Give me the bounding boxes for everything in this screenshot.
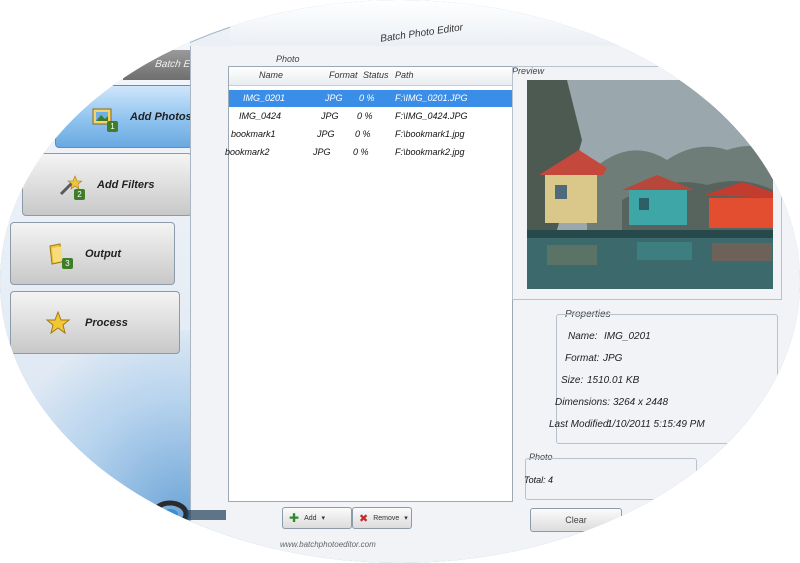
cell-status: 0 % — [355, 129, 371, 139]
add-button[interactable]: ✚ Add ▾ — [282, 507, 352, 529]
star-icon — [45, 310, 71, 336]
col-status[interactable]: Status — [363, 70, 389, 80]
cell-format: JPG — [321, 111, 339, 121]
cell-format: JPG — [313, 147, 331, 157]
cell-format: JPG — [325, 93, 343, 103]
app-window: Batch Photo Editor Batch Editor 1 Add Ph… — [0, 0, 800, 563]
remove-label: Remove — [373, 514, 400, 522]
cell-format: JPG — [317, 129, 335, 139]
preview-image — [527, 80, 773, 289]
nav-label: Add Photos — [130, 110, 192, 123]
cell-status: 0 % — [353, 147, 369, 157]
folder-icon: 3 — [45, 241, 73, 269]
add-icon: ✚ — [289, 511, 300, 525]
total-label: Total: — [524, 475, 546, 485]
cell-path: F:\IMG_0424.JPG — [395, 111, 468, 121]
chevron-down-icon: ▾ — [404, 515, 408, 522]
col-name[interactable]: Name — [259, 70, 283, 80]
nav-label: Output — [85, 247, 122, 260]
format-value: JPG — [603, 353, 623, 364]
format-label: Format: — [565, 353, 600, 364]
photo-group: Total: 4 — [524, 458, 697, 500]
size-value: 1510.01 KB — [587, 375, 640, 386]
title-bar: Batch Photo Editor — [230, 0, 800, 50]
cell-name: bookmark2 — [225, 147, 270, 157]
wand-icon: 2 — [57, 172, 85, 200]
step-badge: 1 — [107, 120, 118, 132]
window-title: Batch Photo Editor — [379, 22, 464, 45]
nav-process[interactable]: Process — [10, 291, 180, 354]
remove-button[interactable]: ✖ Remove ▾ — [352, 507, 412, 529]
cell-name: bookmark1 — [231, 129, 276, 139]
cell-path: F:\bookmark1.jpg — [395, 129, 465, 139]
clear-label: Clear — [565, 515, 587, 525]
table-row[interactable]: IMG_0424 JPG 0 % F:\IMG_0424.JPG — [229, 108, 512, 125]
photos-icon: 1 — [90, 104, 118, 132]
modified-label: Last Modified: — [549, 419, 612, 430]
nav-add-filters[interactable]: 2 Add Filters — [22, 153, 192, 216]
cell-path: F:\IMG_0201.JPG — [395, 93, 468, 103]
col-path[interactable]: Path — [395, 70, 414, 80]
remove-icon: ✖ — [359, 512, 369, 525]
nav-label: Add Filters — [97, 178, 155, 191]
dimensions-label: Dimensions: — [555, 397, 611, 408]
modified-value: 1/10/2011 5:15:49 PM — [607, 419, 705, 430]
cell-name: IMG_0201 — [243, 93, 286, 103]
files-group-label: Photo — [276, 54, 300, 64]
size-label: Size: — [561, 375, 584, 386]
app-logo — [150, 490, 230, 530]
step-badge: 3 — [62, 257, 73, 269]
clear-button[interactable]: Clear — [530, 508, 622, 532]
col-format[interactable]: Format — [329, 70, 358, 80]
step-badge: 2 — [74, 188, 85, 200]
dimensions-value: 3264 x 2448 — [613, 397, 669, 408]
chevron-down-icon: ▾ — [321, 515, 326, 522]
cell-path: F:\bookmark2.jpg — [395, 147, 465, 157]
total-value: 4 — [548, 475, 554, 485]
add-label: Add — [304, 514, 317, 522]
name-label: Name: — [568, 331, 598, 342]
status-text: www.batchphotoeditor.com — [280, 540, 376, 549]
cell-status: 0 % — [359, 93, 375, 103]
cell-name: IMG_0424 — [239, 111, 282, 121]
list-header: Name Format Status Path — [229, 67, 512, 86]
nav-label: Process — [85, 316, 128, 329]
name-value: IMG_0201 — [604, 331, 651, 342]
table-row[interactable]: bookmark1 JPG 0 % F:\bookmark1.jpg — [229, 126, 512, 143]
properties-group: Name: IMG_0201 Format: JPG Size: 1510.01… — [549, 314, 778, 444]
table-row[interactable]: bookmark2 JPG 0 % F:\bookmark2.jpg — [225, 144, 512, 161]
file-list[interactable]: Name Format Status Path IMG_0201 JPG 0 %… — [225, 66, 513, 502]
nav-output[interactable]: 3 Output — [10, 222, 175, 285]
cell-status: 0 % — [357, 111, 373, 121]
table-row[interactable]: IMG_0201 JPG 0 % F:\IMG_0201.JPG — [229, 90, 512, 107]
